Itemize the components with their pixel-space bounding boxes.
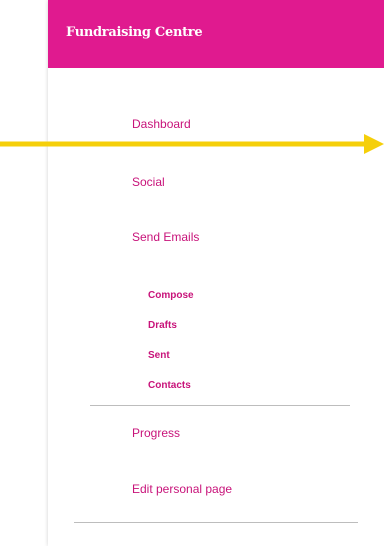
fundraising-sidebar: Fundraising Centre Dashboard Social Send… xyxy=(48,0,384,546)
divider-bottom xyxy=(74,522,358,523)
nav-edit-personal-page[interactable]: Edit personal page xyxy=(132,482,232,496)
sidebar-title: Fundraising Centre xyxy=(66,25,203,40)
nav-send-emails[interactable]: Send Emails xyxy=(132,230,199,244)
nav-compose[interactable]: Compose xyxy=(148,290,194,301)
nav-social[interactable]: Social xyxy=(132,175,165,189)
nav-sent[interactable]: Sent xyxy=(148,350,170,361)
nav-drafts[interactable]: Drafts xyxy=(148,320,177,331)
nav-contacts[interactable]: Contacts xyxy=(148,380,191,391)
divider-sub-nav xyxy=(90,405,350,406)
sidebar-header: Fundraising Centre xyxy=(48,0,384,68)
nav-dashboard[interactable]: Dashboard xyxy=(132,117,191,131)
nav-progress[interactable]: Progress xyxy=(132,426,180,440)
